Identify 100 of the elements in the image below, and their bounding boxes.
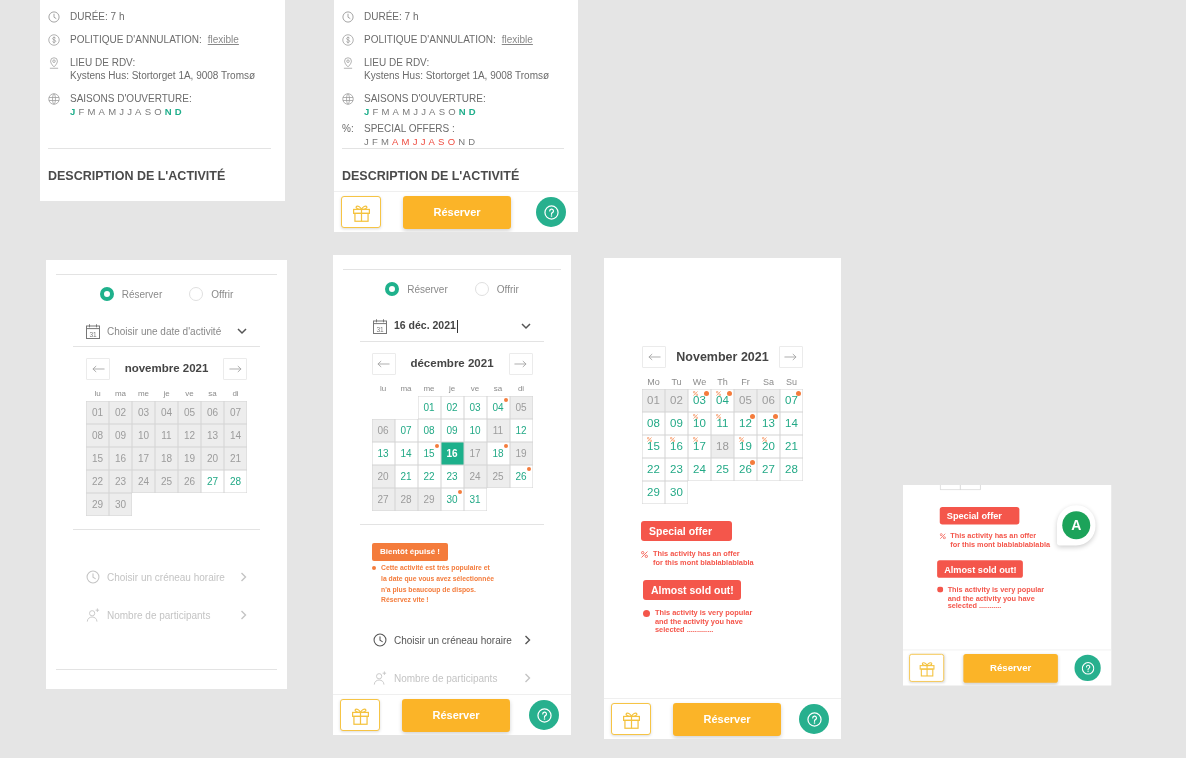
calendar-day[interactable]: 20 [201,447,224,470]
help-button[interactable] [799,704,829,734]
calendar-day[interactable]: 29 [86,493,109,516]
calendar-day[interactable]: 10 [132,424,155,447]
calendar-day[interactable]: 21 [224,447,247,470]
calendar-day[interactable]: 12 [734,412,757,435]
calendar-day[interactable]: 09 [440,419,464,442]
calendar-day[interactable]: 23 [109,470,132,493]
calendar-day[interactable]: 18 [155,447,178,470]
prev-month-button[interactable] [371,353,396,375]
calendar-day[interactable]: 15 [642,435,665,458]
calendar-day[interactable]: 05 [509,396,533,419]
calendar-day[interactable]: 03 [688,389,711,412]
chat-button[interactable]: A [1057,505,1096,546]
calendar-day[interactable]: 02 [440,396,464,419]
book-button[interactable]: Réserver [673,702,781,736]
calendar-day[interactable]: 01 [642,389,665,412]
date-field[interactable]: Choisir une date d'activité [107,322,230,340]
next-month-button[interactable] [779,346,803,368]
calendar-day[interactable]: 06 [757,389,780,412]
calendar-day[interactable]: 01 [86,401,109,424]
next-month-button[interactable] [223,358,247,380]
calendar-day[interactable]: 02 [109,401,132,424]
calendar-day[interactable]: 04 [486,396,510,419]
help-button[interactable] [529,700,559,730]
book-button[interactable]: Réserver [963,653,1058,683]
calendar-day[interactable]: 06 [201,401,224,424]
calendar-day[interactable]: 24 [132,470,155,493]
calendar-day[interactable]: 22 [86,470,109,493]
calendar-day[interactable]: 26 [509,465,533,488]
gift-button[interactable] [341,196,381,228]
calendar-day[interactable]: 22 [417,465,441,488]
calendar-day[interactable]: 29 [417,488,441,511]
date-field[interactable]: 16 déc. 2021 [394,318,456,334]
calendar-day[interactable]: 10 [688,412,711,435]
calendar-day[interactable]: 30 [440,488,464,511]
calendar-day[interactable]: 21 [394,465,418,488]
calendar-day[interactable]: 08 [642,412,665,435]
calendar-day[interactable]: 11 [486,419,510,442]
calendar-day[interactable]: 05 [178,401,201,424]
help-button[interactable] [1074,654,1101,681]
calendar-day[interactable]: 09 [665,412,688,435]
calendar-day[interactable]: 17 [688,435,711,458]
policy-link[interactable]: flexible [207,34,239,45]
calendar-day[interactable]: 08 [86,424,109,447]
calendar-day[interactable]: 08 [417,419,441,442]
calendar-day[interactable]: 24 [463,465,487,488]
calendar-day[interactable]: 31 [463,488,487,511]
calendar-day[interactable]: 14 [224,424,247,447]
calendar-day[interactable]: 25 [486,465,510,488]
calendar-day[interactable]: 30 [109,493,132,516]
calendar-day[interactable]: 21 [780,435,803,458]
calendar-day[interactable]: 18 [486,442,510,465]
calendar-day[interactable]: 05 [734,389,757,412]
calendar-day[interactable]: 29 [642,481,665,504]
calendar-day[interactable]: 20 [371,465,395,488]
calendar-day[interactable]: 11 [711,412,734,435]
calendar-day[interactable]: 23 [440,465,464,488]
calendar-day[interactable]: 04 [711,389,734,412]
calendar-day[interactable]: 14 [394,442,418,465]
calendar-day[interactable]: 25 [155,470,178,493]
help-button[interactable] [536,197,566,227]
book-button[interactable]: Réserver [402,698,510,732]
calendar-day[interactable]: 01 [417,396,441,419]
gift-button[interactable] [340,699,380,731]
calendar-day[interactable]: 22 [642,458,665,481]
calendar-day[interactable]: 12 [178,424,201,447]
calendar-day[interactable]: 28 [224,470,247,493]
gift-button[interactable] [909,653,945,682]
calendar-day[interactable]: 15 [417,442,441,465]
calendar-day[interactable]: 07 [394,419,418,442]
calendar-day[interactable]: 07 [224,401,247,424]
calendar-day[interactable]: 16 [440,442,464,465]
radio-label[interactable]: Réserver [121,286,163,302]
calendar-day[interactable]: 13 [371,442,395,465]
calendar-day[interactable]: 14 [780,412,803,435]
prev-month-button[interactable] [86,358,110,380]
calendar-day[interactable]: 17 [132,447,155,470]
radio-button[interactable] [385,282,400,296]
gift-button[interactable] [611,703,651,735]
calendar-day[interactable]: 11 [155,424,178,447]
calendar-day[interactable]: 19 [509,442,533,465]
prev-month-button[interactable] [642,346,666,368]
calendar-day[interactable]: 27 [371,488,395,511]
policy-link[interactable]: flexible [501,34,533,45]
calendar-day[interactable]: 04 [155,401,178,424]
calendar-day[interactable]: 23 [665,458,688,481]
calendar-day[interactable]: 16 [665,435,688,458]
calendar-day[interactable]: 10 [463,419,487,442]
calendar-day[interactable]: 26 [178,470,201,493]
calendar-day[interactable]: 07 [780,389,803,412]
radio-button[interactable] [99,287,114,301]
calendar-day[interactable]: 27 [201,470,224,493]
calendar-day[interactable]: 25 [711,458,734,481]
calendar-day[interactable]: 20 [757,435,780,458]
calendar-day[interactable]: 28 [780,458,803,481]
radio-label[interactable]: Offrir [496,281,519,297]
calendar-day[interactable]: 18 [711,435,734,458]
calendar-day[interactable]: 15 [86,447,109,470]
calendar-day[interactable]: 24 [688,458,711,481]
